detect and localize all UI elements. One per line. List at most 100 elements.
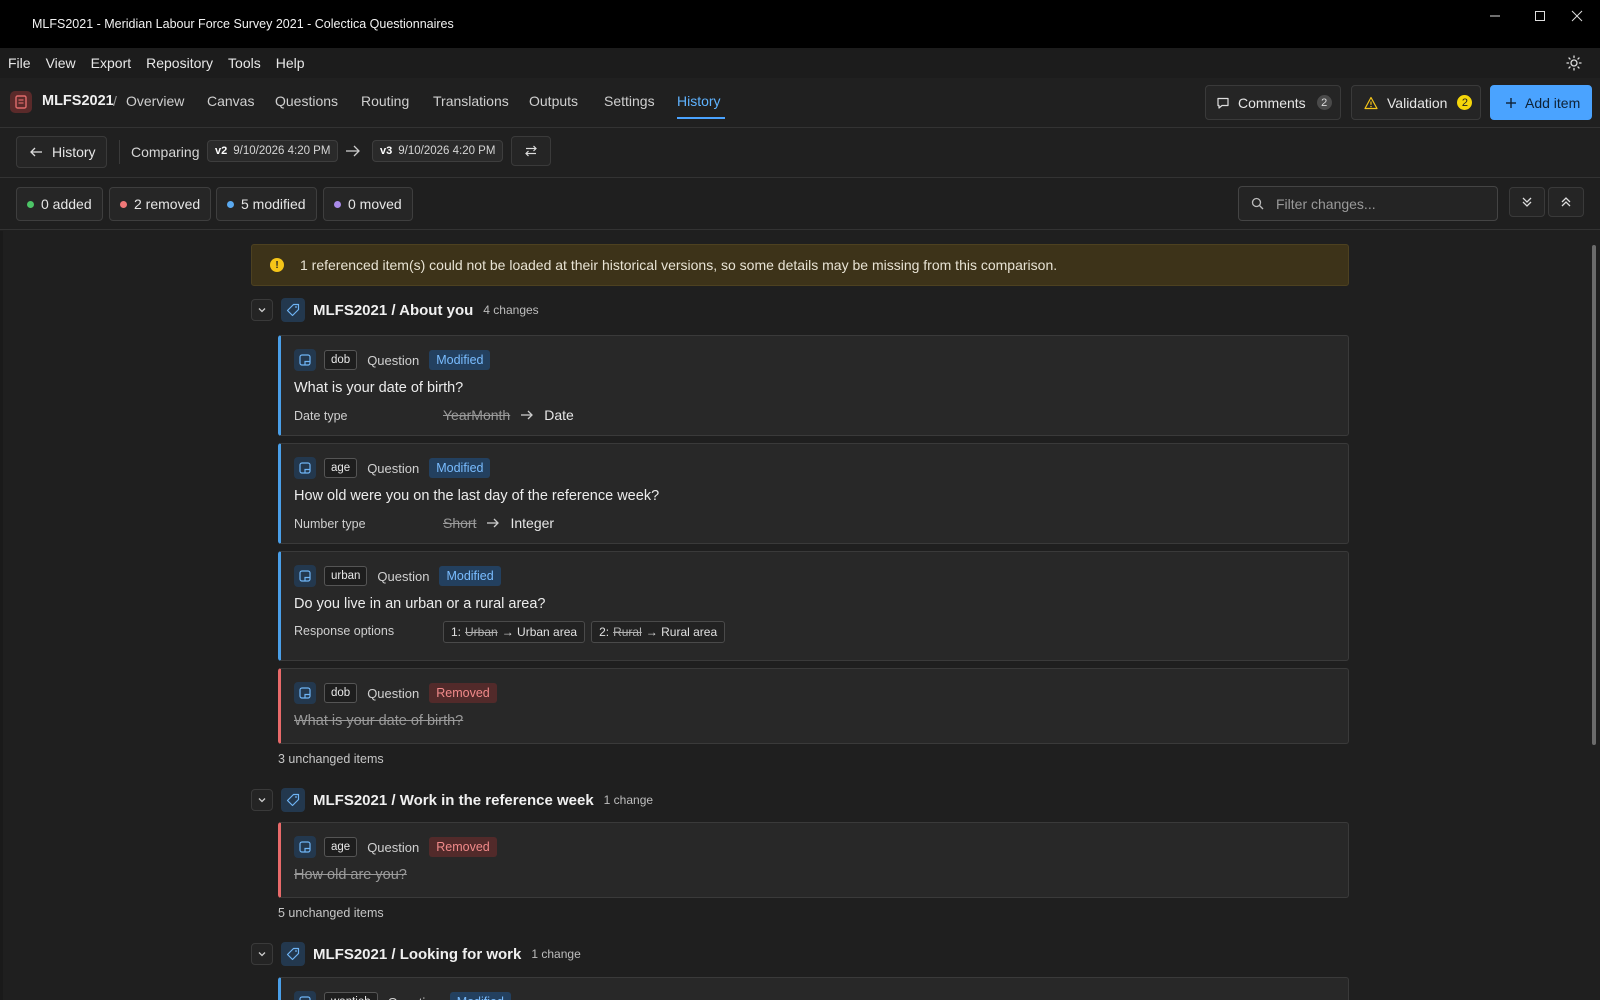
group-change-count: 1 change [531, 947, 581, 961]
change-card[interactable]: age Question Removed How old are you? [278, 822, 1349, 898]
status-badge: Modified [429, 458, 491, 478]
collapse-group-button[interactable] [251, 299, 273, 321]
item-kind: Question [377, 568, 430, 584]
collapse-group-button[interactable] [251, 789, 273, 811]
from-date: 9/10/2026 4:20 PM [233, 145, 331, 157]
change-card[interactable]: dob Question Modified What is your date … [278, 335, 1349, 436]
change-filter-bar: 0 added 2 removed 5 modified 0 moved [0, 178, 1600, 230]
validation-count-badge: 2 [1457, 95, 1473, 110]
theme-toggle-button[interactable] [1564, 53, 1584, 73]
comparison-content[interactable]: ! 1 referenced item(s) could not be load… [0, 231, 1600, 1000]
new-value: Integer [510, 515, 555, 531]
breadcrumb-separator: / [113, 93, 117, 109]
group-title: MLFS2021 / Looking for work [313, 945, 522, 963]
menu-file[interactable]: File [8, 55, 31, 71]
tab-translations[interactable]: Translations [433, 93, 509, 109]
title-bar: MLFS2021 - Meridian Labour Force Survey … [0, 0, 1600, 48]
item-code: age [324, 837, 358, 857]
item-kind: Question [367, 460, 420, 476]
comment-icon [1217, 97, 1229, 109]
tab-questions[interactable]: Questions [275, 93, 338, 109]
to-date: 9/10/2026 4:20 PM [398, 145, 496, 157]
comments-button[interactable]: Comments 2 [1205, 85, 1341, 120]
swap-versions-button[interactable] [511, 136, 551, 166]
question-text: What is your date of birth? [294, 380, 464, 396]
option-old-label: Rural [613, 625, 642, 639]
close-window-button[interactable] [1554, 0, 1600, 32]
item-code: age [324, 458, 358, 478]
divider [119, 140, 120, 164]
menu-view[interactable]: View [46, 55, 76, 71]
collapse-group-button[interactable] [251, 943, 273, 965]
back-to-history-button[interactable]: History [16, 136, 107, 168]
expand-all-button[interactable] [1509, 187, 1545, 217]
item-kind: Question [367, 685, 420, 701]
unchanged-items-toggle[interactable]: 3 unchanged items [278, 752, 384, 766]
tag-icon [281, 788, 305, 812]
response-option-chip: 2: Rural → Rural area [591, 621, 726, 643]
moved-filter-chip[interactable]: 0 moved [323, 187, 413, 221]
collapse-all-button[interactable] [1548, 187, 1584, 217]
tab-settings[interactable]: Settings [604, 93, 655, 109]
validation-button[interactable]: Validation 2 [1351, 85, 1481, 120]
arrow-right-icon [345, 144, 361, 161]
comments-count-badge: 2 [1316, 95, 1332, 110]
option-new-label: → Urban area [501, 625, 578, 639]
scrollbar-thumb[interactable] [1592, 245, 1596, 745]
change-card[interactable]: wantjob Question Modified [278, 977, 1349, 1000]
questionnaire-app-icon [10, 91, 32, 113]
to-version-select[interactable]: v3 9/10/2026 4:20 PM [372, 140, 504, 162]
item-code: wantjob [324, 992, 378, 1000]
menu-tools[interactable]: Tools [228, 55, 261, 71]
response-options-diff: 1: Urban → Urban area 2: Rural → Rural a… [443, 621, 731, 643]
modified-filter-chip[interactable]: 5 modified [216, 187, 317, 221]
unchanged-items-toggle[interactable]: 5 unchanged items [278, 906, 384, 920]
menu-repository[interactable]: Repository [146, 55, 213, 71]
moved-count: 0 moved [348, 196, 402, 212]
group-change-count: 1 change [603, 793, 654, 807]
warning-text: 1 referenced item(s) could not be loaded… [300, 257, 1058, 273]
status-badge: Removed [429, 837, 497, 857]
added-filter-chip[interactable]: 0 added [16, 187, 103, 221]
tab-routing[interactable]: Routing [361, 93, 409, 109]
tab-outputs[interactable]: Outputs [529, 93, 578, 109]
change-card[interactable]: dob Question Removed What is your date o… [278, 668, 1349, 744]
menu-export[interactable]: Export [91, 55, 131, 71]
moved-dot [334, 200, 341, 208]
response-option-chip: 1: Urban → Urban area [443, 621, 586, 643]
item-code: urban [324, 566, 368, 586]
change-card[interactable]: age Question Modified How old were you o… [278, 443, 1349, 544]
question-text: How old are you? [294, 867, 407, 883]
menu-bar: File View Export Repository Tools Help [0, 48, 1600, 78]
minimize-button[interactable] [1472, 0, 1518, 32]
question-text: What is your date of birth? [294, 713, 464, 729]
tab-history[interactable]: History [677, 93, 721, 109]
added-count: 0 added [41, 196, 92, 212]
filter-search-box [1238, 186, 1498, 221]
from-version-select[interactable]: v2 9/10/2026 4:20 PM [207, 140, 339, 162]
compare-bar: History Comparing v2 9/10/2026 4:20 PM v… [0, 128, 1600, 178]
project-nav-bar: MLFS2021 / Overview Canvas Questions Rou… [0, 78, 1600, 128]
arrow-right-icon [486, 517, 500, 529]
tab-canvas[interactable]: Canvas [207, 93, 254, 109]
chevron-down-icon [258, 308, 266, 313]
filter-changes-input[interactable] [1276, 195, 1486, 212]
question-icon [294, 836, 316, 858]
item-kind: Question [367, 352, 420, 368]
to-version: v3 [380, 145, 393, 157]
added-dot [27, 200, 34, 208]
window-title: MLFS2021 - Meridian Labour Force Survey … [32, 17, 454, 31]
group-title: MLFS2021 / About you [313, 301, 474, 319]
removed-filter-chip[interactable]: 2 removed [109, 187, 212, 221]
item-kind: Question [388, 995, 440, 1000]
add-item-button[interactable]: Add item [1490, 85, 1592, 120]
menu-help[interactable]: Help [276, 55, 305, 71]
project-name[interactable]: MLFS2021 [42, 93, 114, 109]
change-card[interactable]: urban Question Modified Do you live in a… [278, 551, 1349, 661]
tab-overview[interactable]: Overview [126, 93, 184, 109]
vertical-scrollbar[interactable] [1588, 231, 1600, 1000]
close-icon [1571, 10, 1583, 22]
status-badge: Removed [429, 683, 497, 703]
removed-dot [120, 200, 127, 208]
option-prefix: 2: [599, 625, 610, 639]
